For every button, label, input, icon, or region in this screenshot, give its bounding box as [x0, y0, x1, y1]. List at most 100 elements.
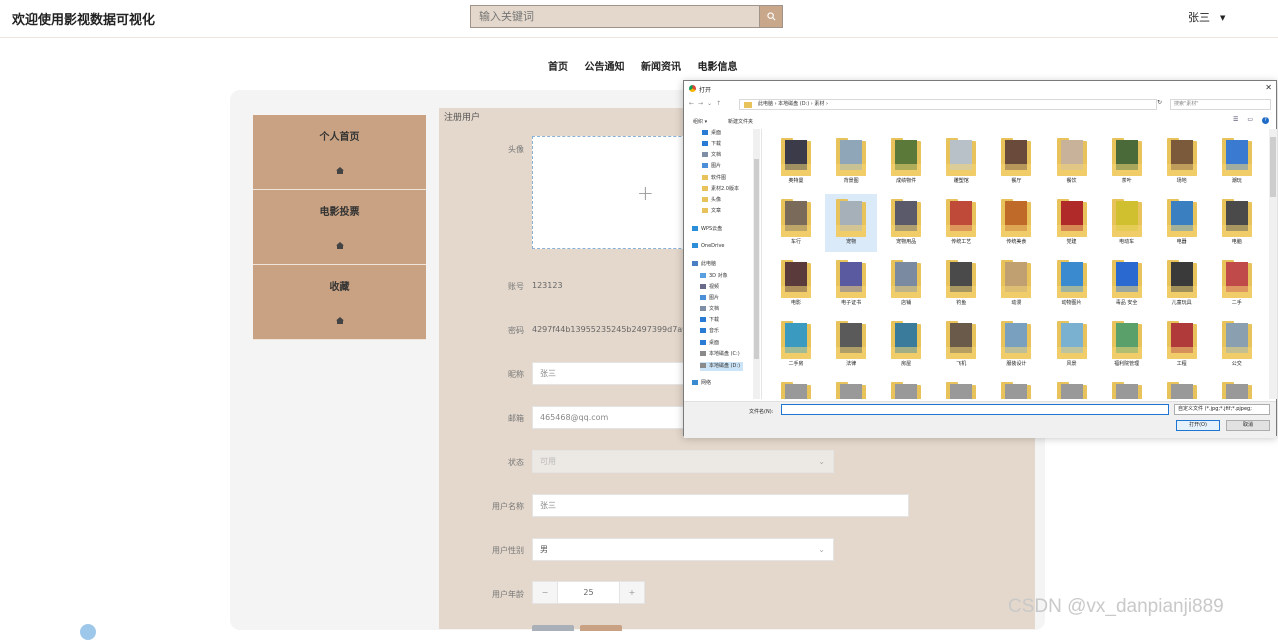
preview-pane-icon[interactable]: ▭	[1247, 116, 1262, 123]
age-value[interactable]: 25	[557, 582, 620, 603]
help-icon[interactable]: ?	[1262, 117, 1269, 124]
folder-item[interactable]: 电动车	[1101, 194, 1153, 252]
tree-item[interactable]: 图片	[700, 294, 719, 303]
view-mode-icon[interactable]: ☰	[1233, 116, 1247, 123]
folder-item[interactable]: 成绩物件	[880, 133, 932, 191]
tree-item[interactable]: 文章	[702, 207, 721, 216]
folder-item[interactable]	[880, 377, 932, 399]
grid-scrollbar[interactable]	[1269, 129, 1277, 399]
organize-button[interactable]: 组织 ▾	[693, 118, 707, 125]
tree-item[interactable]: 网络	[692, 379, 711, 388]
tree-item[interactable]: 本地磁盘 (C:)	[700, 350, 740, 359]
folder-item[interactable]: 宠物	[825, 194, 878, 252]
tree-item[interactable]: 3D 对象	[700, 272, 728, 281]
folder-item[interactable]: 电脑	[1211, 194, 1263, 252]
folder-item[interactable]: 钓鱼	[935, 255, 987, 313]
folder-item[interactable]: 传统工艺	[935, 194, 987, 252]
nav-item-home[interactable]: 首页	[548, 62, 568, 73]
gender-select[interactable]: 男 ⌄	[532, 538, 834, 561]
tree-item[interactable]: 此电脑	[692, 260, 716, 269]
folder-item[interactable]	[825, 377, 877, 399]
tree-item[interactable]: 桌面	[700, 339, 719, 348]
filetype-select[interactable]: 自定义文件 (*.jpg;*.jfif;*.pjpeg;	[1174, 404, 1270, 415]
username-field[interactable]: 张三	[532, 494, 909, 517]
new-folder-button[interactable]: 新建文件夹	[728, 118, 753, 125]
tree-item[interactable]: 下载	[702, 140, 721, 149]
folder-item[interactable]	[770, 377, 822, 399]
tree-item[interactable]: 文档	[702, 151, 721, 160]
folder-item[interactable]: 动物图片	[1046, 255, 1098, 313]
close-icon[interactable]: ✕	[1265, 83, 1272, 92]
folder-item[interactable]	[1156, 377, 1208, 399]
folder-item[interactable]: 茶叶	[1101, 133, 1153, 191]
dialog-search-input[interactable]: 搜索"素材"	[1170, 99, 1271, 110]
primary-button[interactable]	[580, 625, 622, 631]
folder-item[interactable]: 房屋	[880, 316, 932, 374]
folder-item[interactable]: 法律	[825, 316, 877, 374]
search-input[interactable]	[471, 6, 761, 27]
folder-item[interactable]: 电影	[770, 255, 822, 313]
folder-item[interactable]: 餐饮	[1046, 133, 1098, 191]
tree-item[interactable]: 音乐	[700, 327, 719, 336]
sidebar-item-profile[interactable]: 个人首页	[253, 115, 426, 190]
folder-item[interactable]: 二手房	[770, 316, 822, 374]
folder-item[interactable]: 工程	[1156, 316, 1208, 374]
cancel-button[interactable]: 取消	[1226, 420, 1270, 431]
floating-action-button[interactable]	[80, 624, 96, 640]
tree-item[interactable]: 视频	[700, 283, 719, 292]
nav-item-news[interactable]: 新闻资讯	[641, 62, 681, 73]
folder-item[interactable]: 潮玩	[1211, 133, 1263, 191]
filename-input[interactable]	[781, 404, 1169, 415]
open-button[interactable]: 打开(O)	[1176, 420, 1220, 431]
tree-item[interactable]: 头像	[702, 196, 721, 205]
increment-button[interactable]: +	[619, 582, 644, 603]
folder-item[interactable]: 公交	[1211, 316, 1263, 374]
folder-item[interactable]: 电器	[1156, 194, 1208, 252]
tree-item[interactable]: 素材2.0版本	[702, 185, 739, 194]
folder-item[interactable]	[1101, 377, 1153, 399]
folder-item[interactable]: 党建	[1046, 194, 1098, 252]
navigation-arrows-icon[interactable]: ←→⌄↑	[689, 100, 725, 107]
sidebar-item-favorites[interactable]: 收藏	[253, 265, 426, 340]
tree-item[interactable]: 下载	[700, 316, 719, 325]
folder-item[interactable]: 儿童玩具	[1156, 255, 1208, 313]
decrement-button[interactable]: −	[533, 582, 558, 603]
folder-item[interactable]: 风景	[1046, 316, 1098, 374]
folder-item[interactable]: 奥特曼	[770, 133, 822, 191]
tree-item[interactable]: 桌面	[702, 129, 721, 138]
folder-item[interactable]: 福利院管理	[1101, 316, 1153, 374]
folder-item[interactable]	[935, 377, 987, 399]
search-button[interactable]	[759, 6, 782, 27]
folder-item[interactable]	[1046, 377, 1098, 399]
tree-item[interactable]: WPS云盘	[692, 225, 722, 234]
tree-item[interactable]: 本地磁盘 (D:)	[700, 362, 744, 371]
folder-item[interactable]: 背景图	[825, 133, 877, 191]
secondary-button[interactable]	[532, 625, 574, 631]
tree-item[interactable]: 软件图	[702, 174, 726, 183]
tree-item[interactable]: 图片	[702, 162, 721, 171]
user-menu[interactable]: 张三 ▼	[1188, 9, 1225, 25]
nav-item-notice[interactable]: 公告通知	[584, 62, 624, 73]
folder-item[interactable]: 店铺	[880, 255, 932, 313]
folder-item[interactable]: 动漫	[990, 255, 1042, 313]
nav-item-movies[interactable]: 电影信息	[697, 62, 737, 73]
folder-item[interactable]: 场地	[1156, 133, 1208, 191]
folder-item[interactable]: 电子证书	[825, 255, 877, 313]
folder-item[interactable]	[1211, 377, 1263, 399]
folder-item[interactable]: 车行	[770, 194, 822, 252]
folder-item[interactable]: 二手	[1211, 255, 1263, 313]
refresh-icon[interactable]: ↻	[1157, 99, 1166, 110]
folder-item[interactable]	[990, 377, 1042, 399]
tree-item[interactable]: OneDrive	[692, 242, 725, 251]
address-bar[interactable]: 此电脑 › 本地磁盘 (D:) › 素材 ›	[739, 99, 1157, 110]
folder-item[interactable]: 传统美食	[990, 194, 1042, 252]
folder-item[interactable]: 餐厅	[990, 133, 1042, 191]
folder-item[interactable]: 雕塑馆	[935, 133, 987, 191]
folder-item[interactable]: 宠物用品	[880, 194, 932, 252]
sidebar-item-vote[interactable]: 电影投票	[253, 190, 426, 265]
tree-item[interactable]: 文档	[700, 305, 719, 314]
folder-item[interactable]: 飞机	[935, 316, 987, 374]
folder-item[interactable]: 毒品 安全	[1101, 255, 1153, 313]
folder-item[interactable]: 服装设计	[990, 316, 1042, 374]
tree-scrollbar[interactable]	[753, 129, 760, 399]
